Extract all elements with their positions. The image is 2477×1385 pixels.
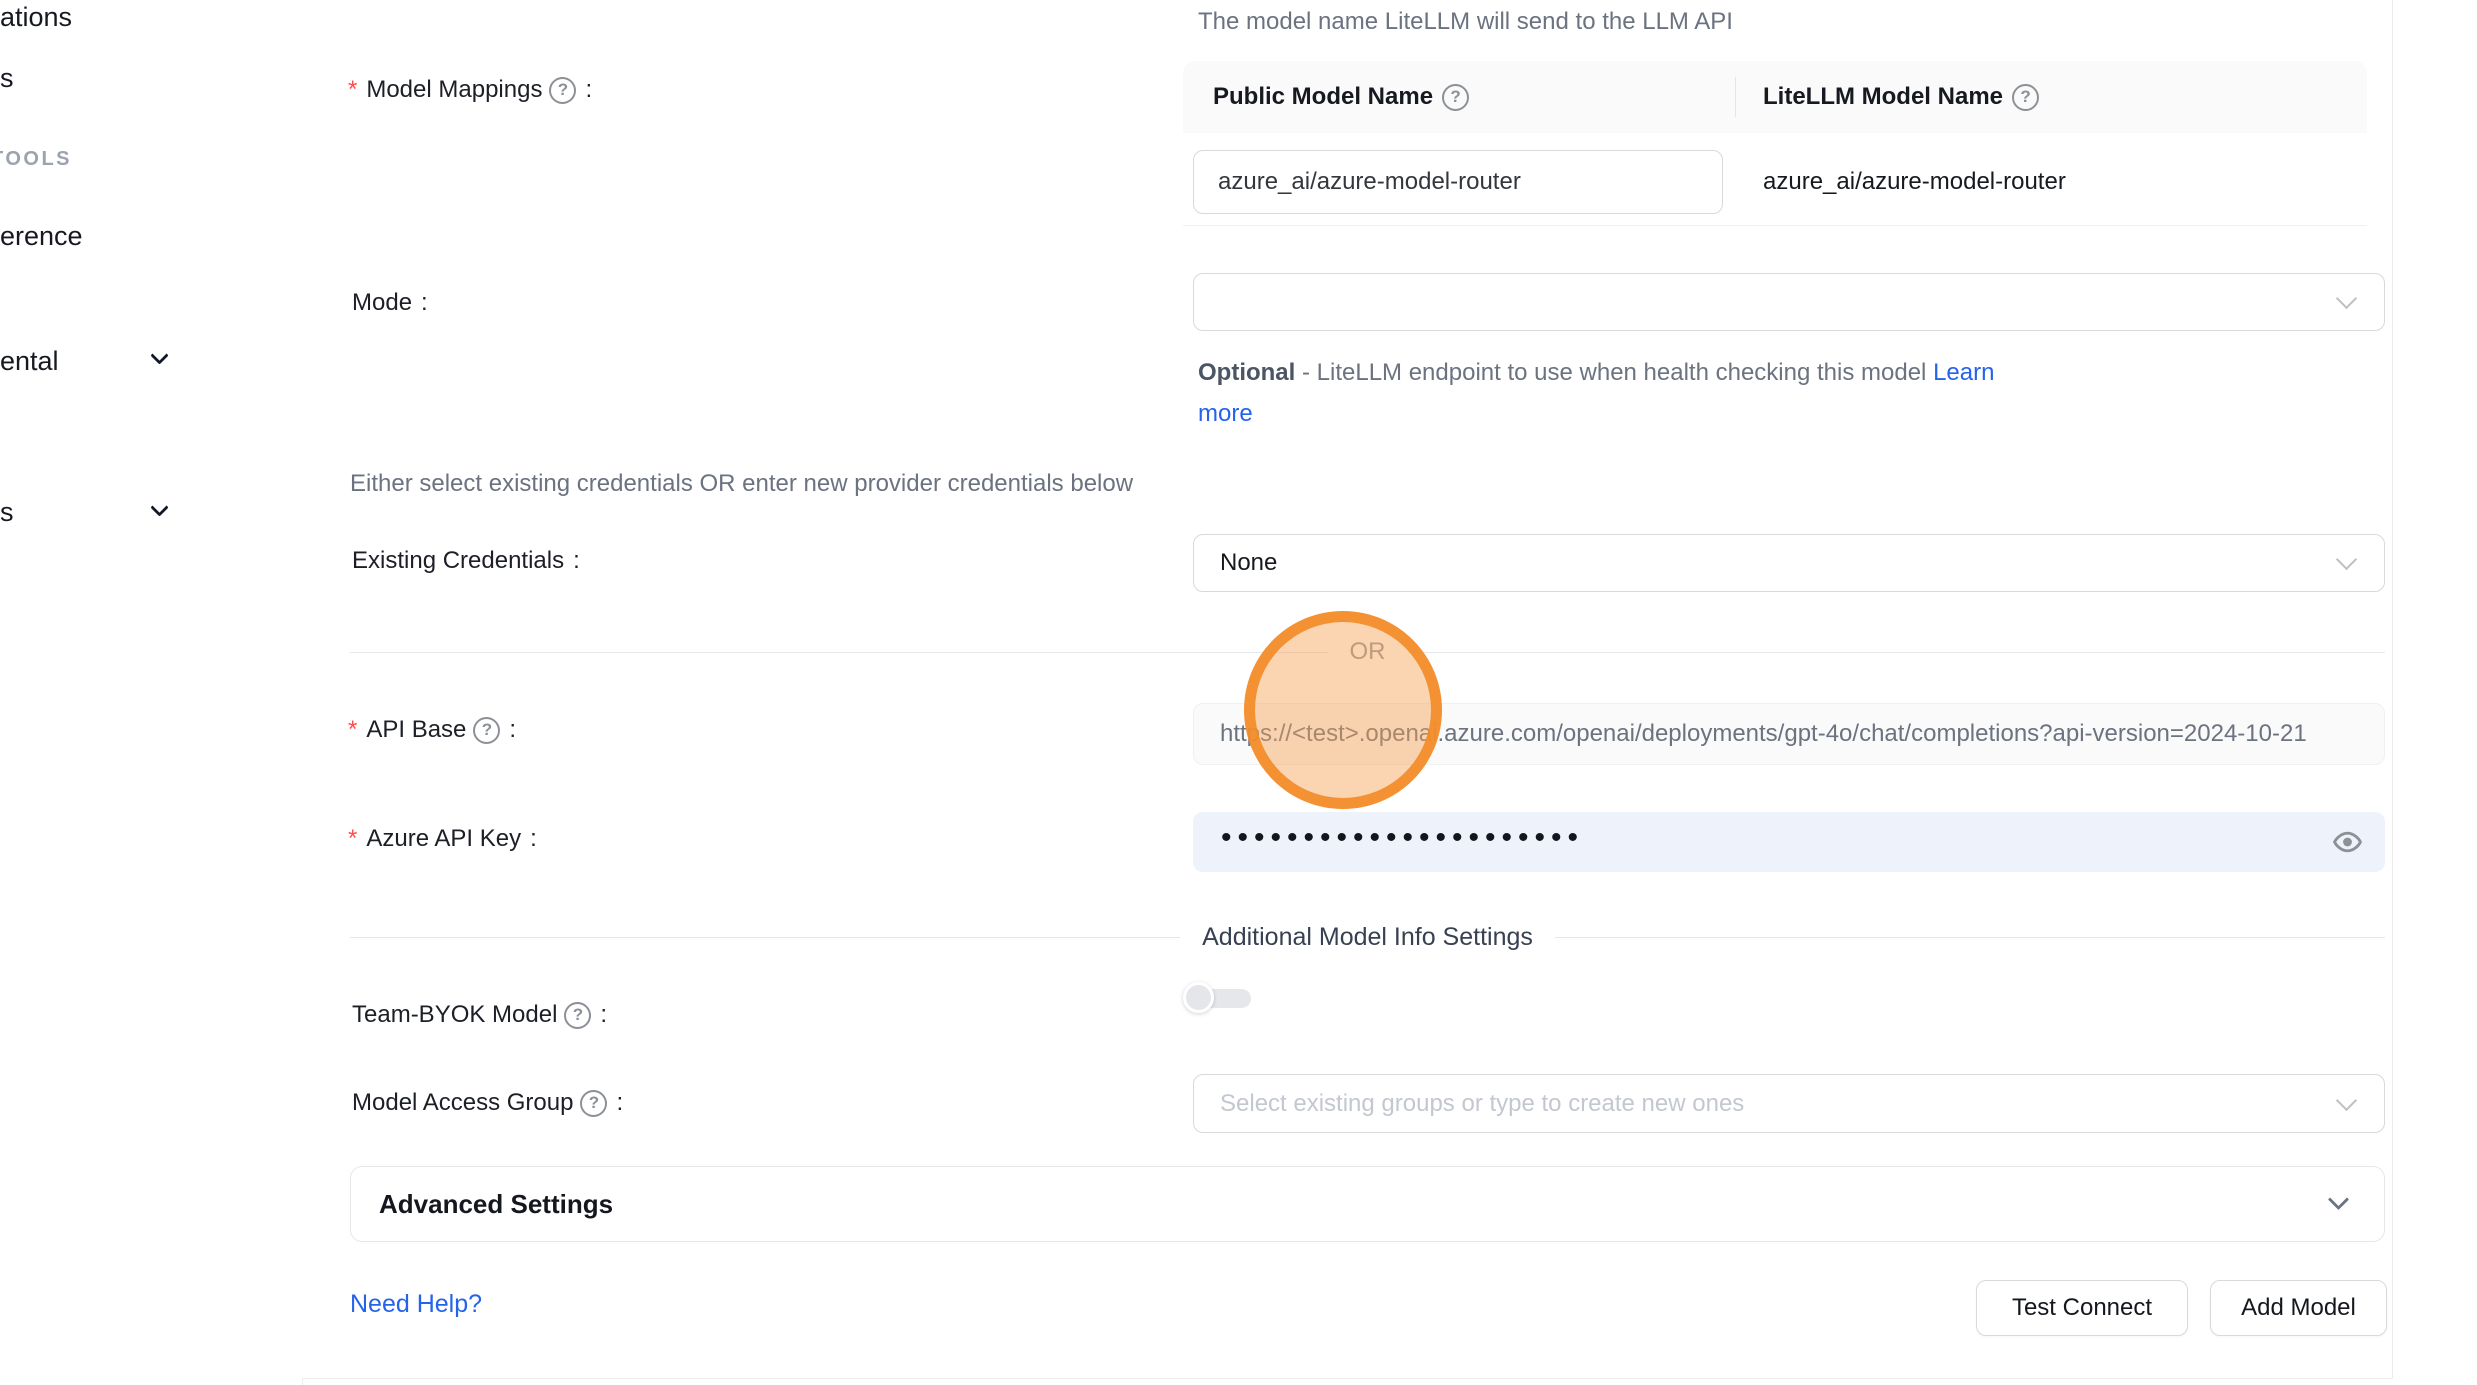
advanced-settings-label: Advanced Settings [379,1189,613,1220]
sidebar-item-erence[interactable]: erence [0,221,83,252]
chevron-down-icon [2336,1089,2357,1110]
team-byok-label-text: Team-BYOK Model [352,1001,557,1029]
help-icon[interactable]: ? [549,77,576,104]
chevron-down-icon [150,498,168,516]
mode-hint: Optional - LiteLLM endpoint to use when … [1198,352,2038,434]
sidebar-item-ations[interactable]: ations [0,2,72,33]
existing-credentials-select[interactable]: None [1193,534,2385,592]
column-separator [1735,77,1736,117]
table-bottom-border [1183,225,2367,226]
azure-api-key-label: * Azure API Key [348,825,537,853]
toggle-knob [1183,982,1214,1013]
api-base-label-text: API Base [366,716,466,744]
existing-credentials-label: Existing Credentials [352,547,580,575]
mode-label-text: Mode [352,289,412,317]
model-access-group-select[interactable]: Select existing groups or type to create… [1193,1074,2385,1133]
sidebar: ations s TOOLS erence ental s [0,0,302,1385]
test-connect-button[interactable]: Test Connect [1976,1280,2188,1336]
chevron-down-icon [2336,549,2357,570]
add-model-page: ations s TOOLS erence ental s The model … [0,0,2477,1385]
required-asterisk: * [348,716,357,744]
chevron-down-icon [2328,1189,2349,1210]
team-byok-toggle[interactable] [1183,982,1251,1014]
model-mappings-table: Public Model Name ? LiteLLM Model Name ?… [1183,61,2367,226]
column-header-label: LiteLLM Model Name [1763,83,2003,111]
masked-key-value: •••••••••••••••••••••• [1221,823,1584,853]
help-icon[interactable]: ? [2012,84,2039,111]
sidebar-item-ental[interactable]: ental [0,346,59,377]
sidebar-item-s2[interactable]: s [0,497,14,528]
mode-hint-bold: Optional [1198,359,1295,386]
help-icon[interactable]: ? [473,717,500,744]
sidebar-item-s[interactable]: s [0,63,14,94]
advanced-settings-panel[interactable]: Advanced Settings [350,1166,2385,1242]
azure-api-key-input[interactable]: •••••••••••••••••••••• [1193,812,2385,872]
mode-select[interactable] [1193,273,2385,331]
api-base-input[interactable]: https://<test>.openai.azure.com/openai/d… [1193,703,2385,765]
model-access-group-placeholder: Select existing groups or type to create… [1220,1090,1744,1118]
add-model-button[interactable]: Add Model [2210,1280,2387,1336]
public-model-name-input[interactable]: azure_ai/azure-model-router [1193,150,1723,214]
chevron-down-icon [150,346,168,364]
sidebar-section-tools: TOOLS [0,148,72,171]
model-access-group-label: Model Access Group ? [352,1089,623,1117]
existing-credentials-value: None [1220,549,1277,577]
additional-settings-divider: Additional Model Info Settings [350,923,2385,952]
column-header-public-model-name: Public Model Name ? [1213,61,1469,133]
or-divider-text: OR [1328,638,1408,666]
team-byok-label: Team-BYOK Model ? [352,1001,607,1029]
model-mappings-label: * Model Mappings ? [348,76,592,104]
chevron-down-icon [2336,288,2357,309]
model-name-hint: The model name LiteLLM will send to the … [1198,8,1733,36]
eye-icon[interactable] [2332,827,2363,858]
model-access-group-label-text: Model Access Group [352,1089,573,1117]
help-icon[interactable]: ? [564,1002,591,1029]
mode-label: Mode [352,289,428,317]
model-mappings-label-text: Model Mappings [366,76,542,104]
column-header-litellm-model-name: LiteLLM Model Name ? [1763,61,2039,133]
help-icon[interactable]: ? [1442,84,1469,111]
or-divider: OR [350,638,2385,666]
need-help-link[interactable]: Need Help? [350,1290,482,1319]
litellm-model-name-value: azure_ai/azure-model-router [1763,150,2066,214]
existing-credentials-label-text: Existing Credentials [352,547,564,575]
additional-settings-divider-text: Additional Model Info Settings [1180,923,1555,952]
api-base-label: * API Base ? [348,716,516,744]
required-asterisk: * [348,825,357,853]
help-icon[interactable]: ? [580,1090,607,1117]
required-asterisk: * [348,76,357,104]
credentials-note: Either select existing credentials OR en… [350,470,1133,498]
azure-api-key-label-text: Azure API Key [366,825,521,853]
column-header-label: Public Model Name [1213,83,1433,111]
mode-hint-rest: - LiteLLM endpoint to use when health ch… [1295,359,1933,386]
